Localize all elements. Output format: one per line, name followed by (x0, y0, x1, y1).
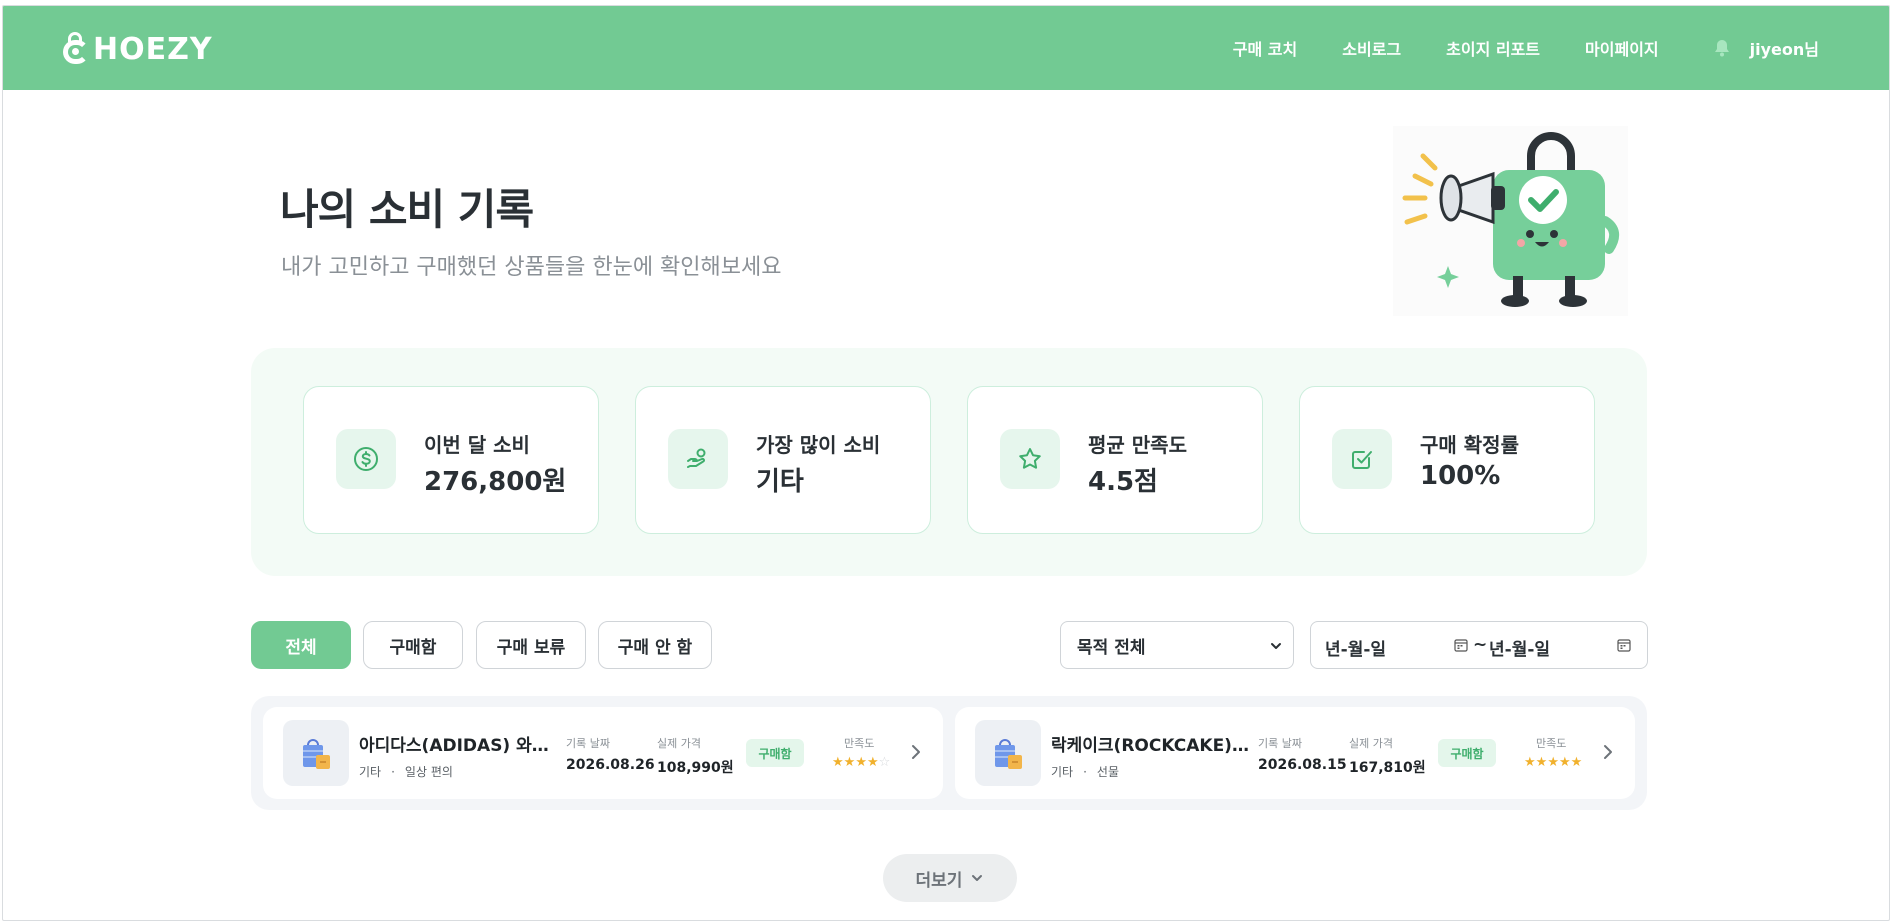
dollar-icon (336, 429, 396, 489)
star-filled-icon: ★ (1570, 755, 1583, 770)
stat-card-monthly-spend: 이번 달 소비 276,800원 (303, 386, 599, 534)
star-filled-icon: ★ (855, 755, 867, 770)
star-filled-icon: ★ (1558, 755, 1571, 770)
status-badge: 구매함 (1438, 739, 1496, 767)
chevron-right-icon[interactable] (1601, 743, 1615, 765)
main-nav: 구매 코치 소비로그 초이지 리포트 마이페이지 jiyeon님 (1188, 6, 1819, 90)
stat-value: 276,800원 (424, 467, 567, 497)
date-label: 기록 날짜 (1258, 737, 1302, 750)
logo-text: HOEZY (93, 31, 213, 67)
satisfaction-label: 만족도 (844, 737, 875, 750)
date-label: 기록 날짜 (566, 737, 610, 750)
record-category: 기타 (359, 765, 382, 779)
status-badge: 구매함 (746, 739, 804, 767)
shopping-bag-icon (283, 720, 349, 786)
nav-choezy-report[interactable]: 초이지 리포트 (1446, 36, 1540, 60)
stat-label: 구매 확정률 (1420, 433, 1519, 457)
date-separator: ~ (1473, 635, 1488, 655)
record-name: 락케이크(ROCKCAKE) 케이크 (1051, 736, 1251, 756)
record-meta: 기타 · 일상 편의 (359, 765, 453, 779)
star-filled-icon: ★ (1547, 755, 1559, 770)
chevron-right-icon[interactable] (909, 743, 923, 765)
date-from-input[interactable]: 년-월-일 (1325, 635, 1386, 660)
chevron-down-icon (1269, 638, 1283, 658)
shopping-bag-icon (975, 720, 1041, 786)
page-subtitle: 내가 고민하고 구매했던 상품들을 한눈에 확인해보세요 (281, 255, 782, 280)
star-filled-icon: ★ (843, 755, 856, 770)
calendar-icon[interactable] (1454, 637, 1468, 657)
stat-value: 4.5점 (1088, 467, 1158, 497)
date-to-input[interactable]: 년-월-일 (1489, 635, 1550, 660)
chevron-down-icon (972, 875, 983, 881)
stat-label: 가장 많이 소비 (756, 433, 881, 457)
hand-coins-icon (668, 429, 728, 489)
user-name[interactable]: jiyeon님 (1750, 36, 1819, 60)
star-filled-icon: ★ (832, 755, 844, 770)
record-category: 기타 (1051, 765, 1074, 779)
record-list: 아디다스(ADIDAS) 와플 트레이너 기타·일상 편의 기록 날짜 2026… (251, 696, 1647, 810)
star-filled-icon: ★ (866, 755, 879, 770)
record-card[interactable]: 락케이크(ROCKCAKE) 케이크 기타·선물 기록 날짜 2026.08.1… (955, 707, 1635, 799)
price-label: 실제 가격 (657, 737, 701, 750)
record-date: 2026.08.15 (1258, 757, 1347, 773)
record-price: 167,810원 (1349, 760, 1426, 776)
stat-card-top-category: 가장 많이 소비 기타 (635, 386, 931, 534)
star-filled-icon: ★ (1535, 755, 1548, 770)
tab-not-purchased[interactable]: 구매 안 함 (598, 621, 712, 669)
top-nav-bar: HOEZY 구매 코치 소비로그 초이지 리포트 마이페이지 jiyeon님 (3, 6, 1889, 90)
stats-panel: 이번 달 소비 276,800원 가장 많이 소비 기타 평균 만족도 4.5점… (251, 348, 1647, 576)
bell-icon[interactable] (1714, 39, 1730, 57)
stat-value: 100% (1420, 461, 1501, 491)
star-empty-icon: ☆ (878, 755, 891, 770)
tab-on-hold[interactable]: 구매 보류 (476, 621, 586, 669)
tab-all[interactable]: 전체 (251, 621, 351, 669)
load-more-button[interactable]: 더보기 (883, 854, 1017, 902)
purpose-select[interactable]: 목적 전체 (1060, 621, 1294, 669)
stat-card-confirm-rate: 구매 확정률 100% (1299, 386, 1595, 534)
nav-my-page[interactable]: 마이페이지 (1585, 36, 1659, 60)
date-range-picker: 년-월-일 ~ 년-월-일 (1310, 621, 1648, 669)
calendar-icon[interactable] (1617, 637, 1631, 657)
nav-purchase-coach[interactable]: 구매 코치 (1233, 36, 1297, 60)
check-square-icon (1332, 429, 1392, 489)
record-meta: 기타 · 선물 (1051, 765, 1120, 779)
record-date: 2026.08.26 (566, 757, 655, 773)
logo[interactable]: HOEZY (63, 24, 213, 74)
rating-stars: ★★★★☆ (832, 755, 890, 770)
nav-spending-log[interactable]: 소비로그 (1342, 36, 1401, 60)
purpose-select-value: 목적 전체 (1077, 637, 1146, 658)
tab-purchased[interactable]: 구매함 (363, 621, 463, 669)
record-purpose: 일상 편의 (404, 765, 453, 779)
mascot-illustration (1393, 126, 1628, 316)
price-label: 실제 가격 (1349, 737, 1393, 750)
rating-stars: ★★★★★ (1524, 755, 1582, 770)
record-card[interactable]: 아디다스(ADIDAS) 와플 트레이너 기타·일상 편의 기록 날짜 2026… (263, 707, 943, 799)
star-icon (1000, 429, 1060, 489)
record-name: 아디다스(ADIDAS) 와플 트레이너 (359, 736, 559, 756)
record-price: 108,990원 (657, 760, 734, 776)
stat-card-avg-satisfaction: 평균 만족도 4.5점 (967, 386, 1263, 534)
load-more-label: 더보기 (915, 870, 963, 891)
app-window: HOEZY 구매 코치 소비로그 초이지 리포트 마이페이지 jiyeon님 나… (2, 5, 1890, 921)
logo-bag-icon (63, 32, 91, 64)
stat-value: 기타 (756, 467, 804, 497)
record-purpose: 선물 (1096, 765, 1120, 779)
stat-label: 평균 만족도 (1088, 433, 1187, 457)
page-title: 나의 소비 기록 (280, 185, 534, 234)
star-filled-icon: ★ (1524, 755, 1536, 770)
stat-label: 이번 달 소비 (424, 433, 530, 457)
satisfaction-label: 만족도 (1536, 737, 1567, 750)
